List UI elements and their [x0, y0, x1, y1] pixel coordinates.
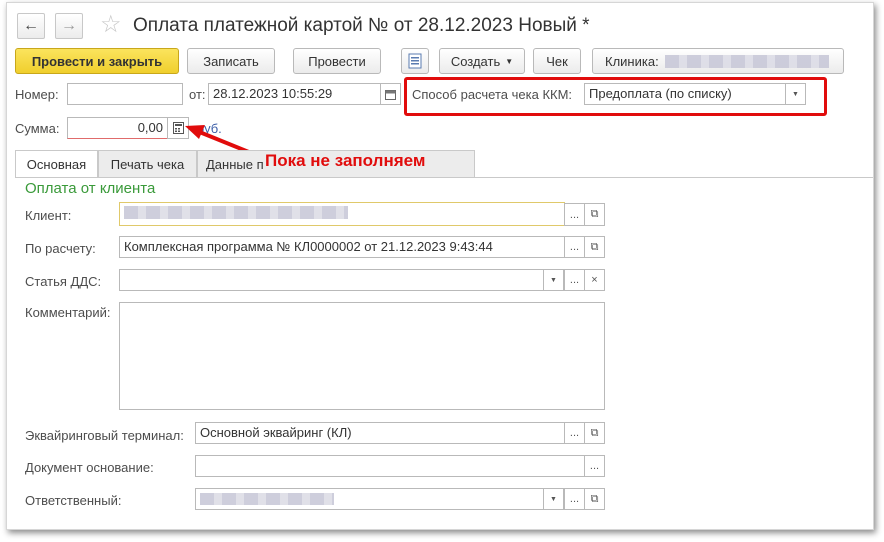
favorite-star-icon[interactable]: ☆	[100, 11, 122, 39]
basis-select-button[interactable]: ...	[584, 455, 605, 477]
client-field[interactable]	[119, 202, 565, 226]
document-report-icon	[408, 53, 422, 69]
annotation-text: Пока не заполняем	[265, 151, 426, 170]
back-button[interactable]: ←	[17, 13, 45, 39]
chevron-down-icon: ▼	[550, 495, 557, 503]
responsible-field[interactable]	[195, 488, 544, 510]
tab-check-print[interactable]: Печать чека	[98, 150, 197, 177]
arrow-left-icon: ←	[23, 17, 39, 34]
responsible-select-button[interactable]: ...	[564, 488, 585, 510]
document-window: ← → ☆ Оплата платежной картой № от 28.12…	[6, 2, 874, 530]
tab-main[interactable]: Основная	[15, 150, 98, 178]
sum-label: Сумма:	[15, 121, 60, 136]
basis-label: Документ основание:	[25, 460, 154, 475]
open-window-icon: ⧉	[590, 426, 599, 439]
forward-button[interactable]: →	[55, 13, 83, 39]
terminal-open-button[interactable]: ⧉	[584, 422, 605, 444]
open-window-icon: ⧉	[590, 208, 599, 220]
responsible-open-button[interactable]: ⧉	[584, 488, 605, 510]
post-and-close-button[interactable]: Провести и закрыть	[15, 48, 179, 74]
comment-textarea[interactable]	[119, 302, 605, 410]
dds-dropdown[interactable]: ▼	[543, 269, 564, 291]
number-label: Номер:	[15, 87, 59, 102]
section-title: Оплата от клиента	[25, 180, 156, 197]
responsible-label: Ответственный:	[25, 493, 122, 508]
highlight-box	[404, 77, 827, 116]
terminal-select-button[interactable]: ...	[564, 422, 585, 444]
settlement-open-button[interactable]: ⧉	[584, 236, 605, 258]
chevron-down-icon: ▼	[505, 56, 514, 66]
client-open-button[interactable]: ⧉	[584, 203, 605, 226]
check-button[interactable]: Чек	[533, 48, 581, 74]
client-select-button[interactable]: ...	[564, 203, 585, 226]
client-label: Клиент:	[25, 208, 72, 223]
terminal-field[interactable]: Основной эквайринг (КЛ)	[195, 422, 565, 444]
sum-field[interactable]: 0,00	[67, 117, 168, 139]
terminal-label: Эквайринговый терминал:	[25, 428, 184, 443]
tab-divider	[15, 177, 873, 178]
basis-field[interactable]	[195, 455, 585, 477]
close-icon: ×	[591, 274, 598, 286]
open-window-icon: ⧉	[590, 492, 599, 505]
comment-label: Комментарий:	[25, 305, 111, 320]
clinic-button[interactable]: Клиника:	[592, 48, 844, 74]
dds-clear-button[interactable]: ×	[584, 269, 605, 291]
client-value-redacted	[124, 206, 348, 219]
post-button[interactable]: Провести	[293, 48, 381, 74]
create-label: Создать	[450, 53, 501, 69]
responsible-value-redacted	[200, 493, 334, 505]
report-button[interactable]	[401, 48, 429, 74]
tab-data-label: Данные п	[206, 156, 264, 172]
calendar-icon	[385, 89, 396, 100]
window-title: Оплата платежной картой № от 28.12.2023 …	[133, 15, 590, 36]
number-field[interactable]	[67, 83, 183, 105]
calendar-button[interactable]	[380, 83, 401, 105]
responsible-dropdown[interactable]: ▼	[543, 488, 564, 510]
open-window-icon: ⧉	[590, 240, 599, 253]
arrow-right-icon: →	[61, 17, 77, 34]
settlement-label: По расчету:	[25, 241, 96, 256]
dds-select-button[interactable]: ...	[564, 269, 585, 291]
clinic-value-redacted	[664, 54, 829, 68]
settlement-field[interactable]: Комплексная программа № КЛ0000002 от 21.…	[119, 236, 565, 258]
chevron-down-icon: ▼	[550, 276, 557, 284]
settlement-select-button[interactable]: ...	[564, 236, 585, 258]
date-label: от:	[189, 87, 206, 102]
save-button[interactable]: Записать	[187, 48, 275, 74]
dds-label: Статья ДДС:	[25, 274, 102, 289]
create-dropdown-button[interactable]: Создать ▼	[439, 48, 525, 74]
clinic-label: Клиника:	[605, 53, 659, 69]
dds-field[interactable]	[119, 269, 544, 291]
date-field[interactable]: 28.12.2023 10:55:29	[208, 83, 381, 105]
